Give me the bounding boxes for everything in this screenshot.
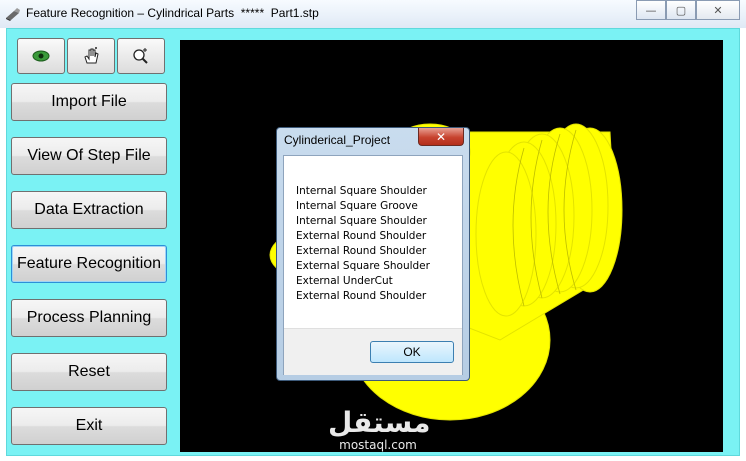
exit-label: Exit [75, 417, 103, 434]
title-bar: Feature Recognition – Cylindrical Parts … [0, 0, 746, 28]
data-extraction-button[interactable]: Data Extraction [11, 191, 167, 229]
reset-label: Reset [68, 363, 110, 380]
watermark-latin: mostaql.com [339, 438, 417, 452]
dialog-close-button[interactable]: ✕ [418, 128, 464, 146]
feature-line: Internal Square Groove [296, 200, 418, 212]
zoom-button[interactable] [117, 38, 165, 74]
feature-line: External UnderCut [296, 275, 393, 287]
exit-button[interactable]: Exit [11, 407, 167, 445]
view-step-file-button[interactable]: View Of Step File [11, 137, 167, 175]
view-step-file-label: View Of Step File [27, 147, 151, 164]
message-dialog: Cylinderical_Project ✕ Internal Square S… [276, 127, 470, 381]
watermark: مستقل mostaql.com [328, 406, 431, 456]
ok-button[interactable]: OK [370, 341, 454, 363]
watermark-arabic: مستقل [328, 406, 431, 439]
process-planning-label: Process Planning [26, 309, 152, 326]
data-extraction-label: Data Extraction [34, 201, 144, 218]
feature-list: Internal Square Shoulder Internal Square… [296, 184, 430, 304]
feature-line: Internal Square Shoulder [296, 185, 427, 197]
window-controls: — ▢ ✕ [636, 0, 740, 20]
zoom-icon [133, 48, 148, 64]
minimize-button[interactable]: — [636, 0, 666, 20]
maximize-icon: ▢ [675, 3, 687, 17]
close-icon: ✕ [435, 129, 447, 144]
pan-button[interactable] [67, 38, 115, 74]
app-icon [6, 8, 20, 21]
import-file-button[interactable]: Import File [11, 83, 167, 121]
import-file-label: Import File [51, 93, 127, 110]
feature-line: External Round Shoulder [296, 290, 427, 302]
feature-recognition-label: Feature Recognition [16, 255, 162, 272]
feature-line: Internal Square Shoulder [296, 215, 427, 227]
maximize-button[interactable]: ▢ [666, 0, 696, 20]
feature-line: External Square Shoulder [296, 260, 430, 272]
dialog-footer: OK [284, 328, 462, 375]
eye-icon [32, 50, 50, 62]
dialog-title: Cylinderical_Project [284, 133, 391, 147]
dialog-body: Internal Square Shoulder Internal Square… [283, 155, 463, 375]
ok-label: OK [403, 345, 421, 359]
reset-button[interactable]: Reset [11, 353, 167, 391]
hand-pan-icon [84, 47, 99, 64]
feature-line: External Round Shoulder [296, 230, 427, 242]
process-planning-button[interactable]: Process Planning [11, 299, 167, 337]
close-icon: ✕ [713, 3, 723, 17]
minimize-icon: — [645, 3, 657, 17]
window-title: Feature Recognition – Cylindrical Parts … [26, 6, 319, 20]
close-button[interactable]: ✕ [696, 0, 740, 20]
feature-line: External Round Shoulder [296, 245, 427, 257]
feature-recognition-button[interactable]: Feature Recognition [11, 245, 167, 283]
view-button[interactable] [17, 38, 65, 74]
